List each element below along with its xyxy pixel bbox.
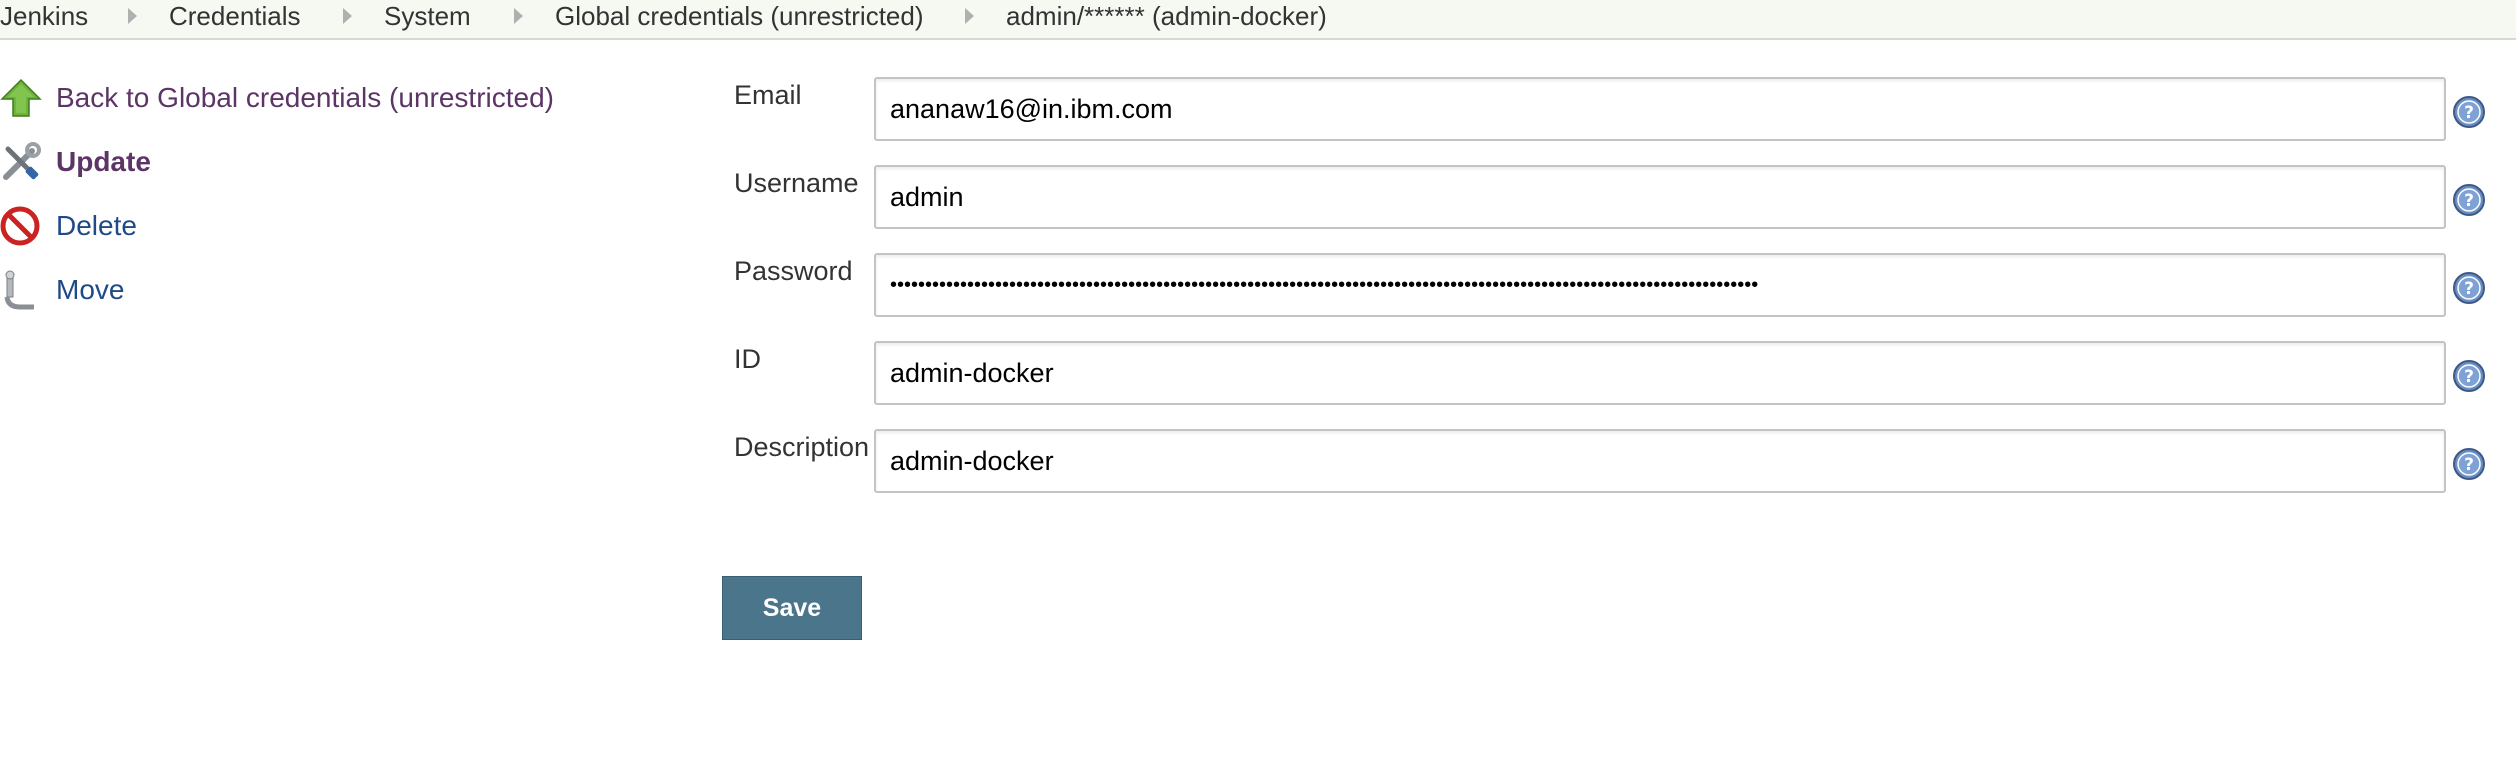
sidebar-item-label[interactable]: Delete: [56, 210, 137, 242]
username-label: Username: [734, 168, 859, 198]
breadcrumb: Jenkins Credentials System Global creden…: [0, 0, 2516, 40]
no-entry-icon: [0, 205, 42, 247]
sidebar-item-back[interactable]: Back to Global credentials (unrestricted…: [0, 73, 554, 123]
help-icon[interactable]: ?: [2452, 95, 2486, 129]
breadcrumb-separator-icon[interactable]: [965, 8, 974, 24]
svg-text:?: ?: [2464, 279, 2474, 299]
tools-icon: [0, 141, 42, 183]
svg-text:?: ?: [2464, 455, 2474, 475]
help-icon[interactable]: ?: [2452, 183, 2486, 217]
move-icon: [0, 269, 42, 311]
breadcrumb-separator-icon[interactable]: [514, 8, 523, 24]
breadcrumb-current-credential[interactable]: admin/****** (admin-docker): [1006, 0, 1327, 38]
svg-text:?: ?: [2464, 367, 2474, 387]
username-field[interactable]: [874, 165, 2446, 229]
sidebar-item-label[interactable]: Back to Global credentials (unrestricted…: [56, 82, 554, 114]
breadcrumb-system[interactable]: System: [384, 0, 471, 38]
save-button[interactable]: Save: [722, 576, 862, 640]
sidebar-item-move[interactable]: Move: [0, 265, 124, 315]
password-label: Password: [734, 256, 853, 286]
breadcrumb-jenkins[interactable]: Jenkins: [0, 0, 88, 38]
breadcrumb-separator-icon[interactable]: [343, 8, 352, 24]
sidebar-item-label[interactable]: Move: [56, 274, 124, 306]
description-field[interactable]: [874, 429, 2446, 493]
description-label: Description: [734, 432, 870, 462]
sidebar-item-update[interactable]: Update: [0, 137, 151, 187]
help-icon[interactable]: ?: [2452, 359, 2486, 393]
id-label: ID: [734, 344, 761, 374]
sidebar-item-delete[interactable]: Delete: [0, 201, 137, 251]
up-arrow-icon: [0, 77, 42, 119]
email-field[interactable]: [874, 77, 2446, 141]
svg-text:?: ?: [2464, 191, 2474, 211]
svg-text:?: ?: [2464, 103, 2474, 123]
breadcrumb-separator-icon[interactable]: [128, 8, 137, 24]
help-icon[interactable]: ?: [2452, 447, 2486, 481]
breadcrumb-credentials[interactable]: Credentials: [169, 0, 301, 38]
breadcrumb-global-credentials[interactable]: Global credentials (unrestricted): [555, 0, 924, 38]
help-icon[interactable]: ?: [2452, 271, 2486, 305]
sidebar-item-label[interactable]: Update: [56, 146, 151, 178]
password-field[interactable]: [874, 253, 2446, 317]
email-label: Email: [734, 80, 802, 110]
id-field[interactable]: [874, 341, 2446, 405]
